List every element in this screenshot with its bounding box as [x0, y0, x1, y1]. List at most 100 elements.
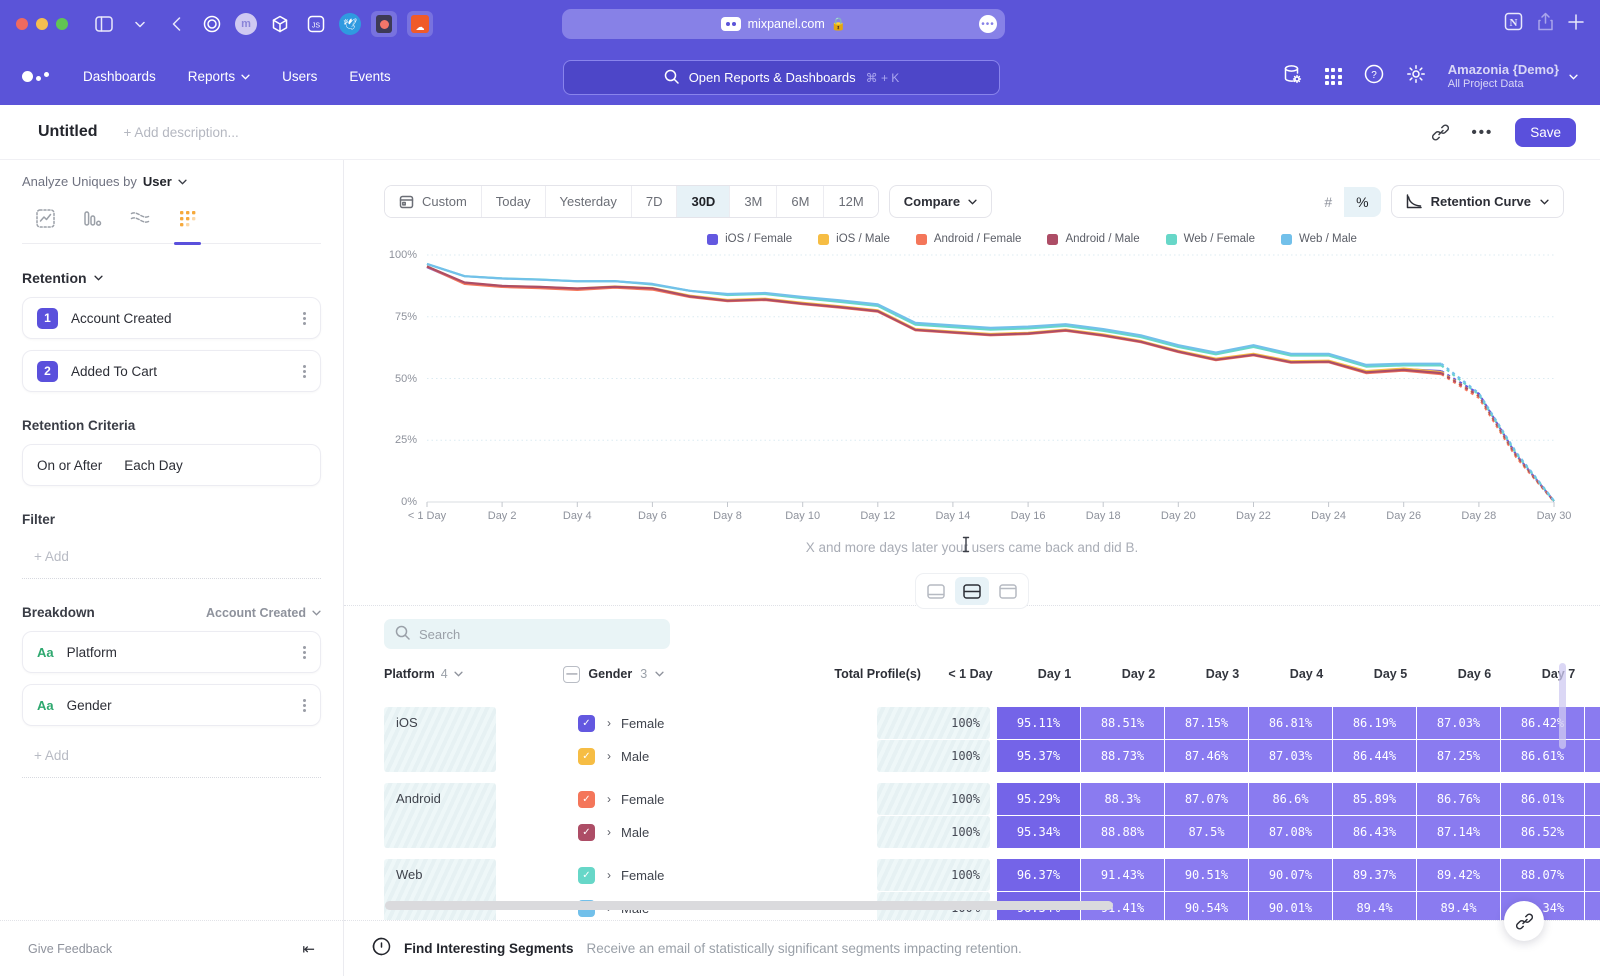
zoom-window-button[interactable] — [56, 18, 68, 30]
retention-cell[interactable]: 86.76% — [1417, 783, 1500, 815]
retention-cell[interactable]: 86.19% — [1333, 707, 1416, 739]
retention-cell[interactable]: 83.01% — [1585, 783, 1600, 815]
retention-step-1[interactable]: 1 Account Created — [22, 297, 321, 339]
table-focus-view-button[interactable] — [991, 577, 1025, 605]
retention-cell[interactable]: 86.81% — [1249, 707, 1332, 739]
retention-cell[interactable]: 86.43% — [1333, 816, 1416, 848]
retention-cell[interactable]: 89.4% — [1333, 892, 1416, 920]
retention-cell[interactable]: 87.03% — [1417, 707, 1500, 739]
platform-column-header[interactable]: Platform 4 — [384, 667, 481, 681]
split-view-button[interactable] — [955, 577, 989, 605]
day-column-header[interactable]: < 1 Day — [929, 667, 1012, 681]
platform-cell[interactable]: iOS — [384, 707, 496, 772]
retention-criteria-control[interactable]: On or After Each Day — [22, 444, 321, 486]
range-6m[interactable]: 6M — [777, 186, 824, 217]
nav-events[interactable]: Events — [349, 69, 390, 84]
criteria-interval[interactable]: Each Day — [124, 458, 183, 473]
js-extension-icon[interactable]: JS — [303, 11, 329, 37]
range-12m[interactable]: 12M — [824, 186, 877, 217]
retention-cell[interactable]: 88.3% — [1081, 783, 1164, 815]
retention-chart[interactable]: 100%75%50%25%0% — [427, 255, 1554, 502]
retention-cell[interactable]: 90.54% — [1165, 892, 1248, 920]
day-column-header[interactable]: Day 5 — [1349, 667, 1432, 681]
analyze-value[interactable]: User — [143, 174, 172, 189]
retention-cell[interactable]: 83.27% — [1585, 707, 1600, 739]
data-management-icon[interactable] — [1282, 64, 1303, 90]
sidebar-toggle-icon[interactable] — [93, 13, 115, 35]
expand-chevron-icon[interactable]: › — [607, 825, 611, 839]
breakdown-options-icon[interactable] — [303, 646, 306, 659]
retention-cell[interactable]: 85.89% — [1333, 783, 1416, 815]
retention-cell[interactable]: 87.25% — [1417, 740, 1500, 772]
select-all-checkbox[interactable]: — — [563, 666, 580, 683]
expand-chevron-icon[interactable]: › — [607, 716, 611, 730]
retention-cell[interactable]: 86.61% — [1501, 740, 1584, 772]
more-options-icon[interactable]: ••• — [1471, 124, 1493, 141]
expand-chevron-icon[interactable]: › — [607, 749, 611, 763]
criteria-mode[interactable]: On or After — [37, 458, 102, 473]
legend-item[interactable]: Android / Male — [1047, 233, 1139, 245]
day-column-header[interactable]: Day 4 — [1265, 667, 1348, 681]
retention-cell[interactable]: 87.07% — [1165, 783, 1248, 815]
window-controls[interactable] — [16, 18, 68, 30]
legend-item[interactable]: Web / Male — [1281, 233, 1357, 245]
range-7d[interactable]: 7D — [632, 186, 678, 217]
retention-cell[interactable]: 85.47% — [1585, 892, 1600, 920]
retention-cell[interactable]: 85.52% — [1585, 859, 1600, 891]
target-extension-icon[interactable] — [199, 11, 225, 37]
compare-button[interactable]: Compare — [889, 185, 992, 218]
nav-reports[interactable]: Reports — [188, 69, 250, 84]
breakdown-scope-selector[interactable]: Account Created — [206, 606, 321, 620]
retention-cell[interactable]: 86.6% — [1249, 783, 1332, 815]
day-column-header[interactable]: Day 2 — [1097, 667, 1180, 681]
save-button[interactable]: Save — [1515, 118, 1576, 147]
retention-cell[interactable]: 86.52% — [1501, 816, 1584, 848]
horizontal-scrollbar[interactable] — [385, 901, 1113, 910]
tab-retention[interactable] — [176, 203, 199, 243]
step-options-icon[interactable] — [303, 365, 306, 378]
share-icon[interactable] — [1537, 12, 1554, 36]
retention-step-2[interactable]: 2 Added To Cart — [22, 350, 321, 392]
retention-cell[interactable]: 96.37% — [997, 859, 1080, 891]
row-checkbox[interactable]: ✓ — [578, 791, 595, 808]
legend-item[interactable]: iOS / Male — [818, 233, 890, 245]
retention-cell[interactable]: 89.37% — [1333, 859, 1416, 891]
chart-type-selector[interactable]: Retention Curve — [1391, 185, 1564, 218]
row-checkbox[interactable]: ✓ — [578, 867, 595, 884]
retention-cell[interactable]: 89.42% — [1417, 859, 1500, 891]
cube-extension-icon[interactable] — [267, 11, 293, 37]
retention-cell[interactable]: 86.42% — [1501, 707, 1584, 739]
retention-cell[interactable]: 87.08% — [1249, 816, 1332, 848]
row-checkbox[interactable]: ✓ — [578, 824, 595, 841]
breakdown-platform[interactable]: Aa Platform — [22, 631, 321, 673]
collapse-sidebar-icon[interactable]: ⇤ — [302, 940, 315, 958]
step-options-icon[interactable] — [303, 312, 306, 325]
retention-cell[interactable]: 95.11% — [997, 707, 1080, 739]
soundcloud-tab-icon[interactable]: ☁ — [407, 11, 433, 37]
retention-cell[interactable]: 87.03% — [1249, 740, 1332, 772]
tab-insights[interactable] — [34, 203, 57, 243]
chart-focus-view-button[interactable] — [919, 577, 953, 605]
retention-cell[interactable]: 87.14% — [1417, 816, 1500, 848]
m-extension-icon[interactable]: m — [235, 13, 257, 35]
retention-cell[interactable]: 91.43% — [1081, 859, 1164, 891]
retention-cell[interactable]: 87.5% — [1165, 816, 1248, 848]
total-profiles-header[interactable]: Total Profile(s) — [823, 667, 921, 681]
retention-cell[interactable]: 90.51% — [1165, 859, 1248, 891]
retention-cell[interactable]: 89.4% — [1417, 892, 1500, 920]
breakdown-options-icon[interactable] — [303, 699, 306, 712]
share-link-button[interactable] — [1504, 901, 1544, 941]
apps-grid-icon[interactable] — [1325, 68, 1342, 85]
platform-cell[interactable]: Web — [384, 859, 496, 920]
back-icon[interactable] — [165, 13, 187, 35]
report-title[interactable]: Untitled — [38, 123, 98, 141]
retention-cell[interactable]: 90.07% — [1249, 859, 1332, 891]
bird-extension-icon[interactable]: 🕊 — [339, 13, 361, 35]
notion-icon[interactable]: N — [1504, 12, 1523, 36]
retention-cell[interactable]: 83.52% — [1585, 740, 1600, 772]
retention-cell[interactable]: 86.44% — [1333, 740, 1416, 772]
nav-dashboards[interactable]: Dashboards — [83, 69, 156, 84]
retention-cell[interactable]: 83.22% — [1585, 816, 1600, 848]
row-checkbox[interactable]: ✓ — [578, 748, 595, 765]
vertical-scrollbar[interactable] — [1559, 663, 1566, 749]
